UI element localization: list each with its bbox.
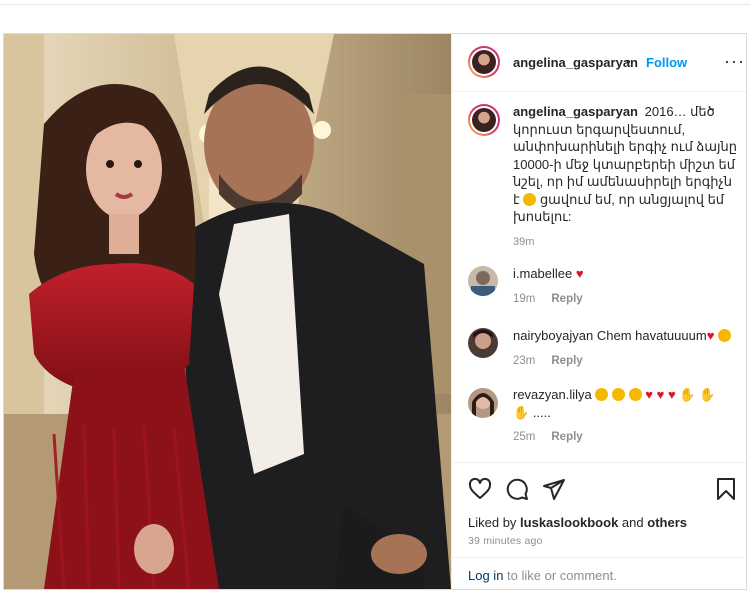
likes-and: and xyxy=(621,515,644,530)
likes-others-link[interactable]: others xyxy=(647,515,687,530)
red-heart-emoji-icon: ♥ xyxy=(656,387,665,402)
caption-avatar[interactable] xyxy=(468,104,500,136)
sad-face-emoji-icon xyxy=(523,192,537,206)
comment-username[interactable]: revazyan.lilya xyxy=(513,387,592,402)
reply-button[interactable]: Reply xyxy=(551,355,582,367)
login-prompt: Log in to like or comment. xyxy=(452,557,746,589)
sad-face-emoji-icon xyxy=(612,388,626,401)
red-heart-emoji-icon: ♥ xyxy=(667,387,676,402)
photo-illustration xyxy=(4,34,451,589)
comment-item: nairyboyajyan Chem havatuuuum♥ 23m Reply xyxy=(513,327,738,370)
post-card: angelina_gasparyan • Follow ··· angelina… xyxy=(3,33,747,590)
caption-time[interactable]: 39m xyxy=(513,234,738,252)
author-username[interactable]: angelina_gasparyan xyxy=(513,55,638,70)
red-heart-emoji-icon: ♥ xyxy=(645,387,653,402)
sad-face-emoji-icon xyxy=(595,388,609,401)
separator-dot: • xyxy=(626,54,631,69)
praying-hands-emoji-icon: ✋ xyxy=(699,387,716,402)
commenter-avatar[interactable] xyxy=(468,266,498,296)
likes-prefix: Liked by xyxy=(468,515,517,530)
red-heart-emoji-icon: ♥ xyxy=(575,266,584,281)
red-heart-emoji-icon: ♥ xyxy=(706,328,715,343)
commenter-avatar[interactable] xyxy=(468,388,498,418)
caption-username[interactable]: angelina_gasparyan xyxy=(513,104,638,119)
liked-by-user[interactable]: luskaslookbook xyxy=(520,515,618,530)
post-caption: angelina_gasparyan 2016… մեծ կորուստ երգ… xyxy=(513,103,738,251)
post-header: angelina_gasparyan • Follow ··· xyxy=(452,34,746,92)
post-actions: Liked by luskaslookbook and others 39 mi… xyxy=(452,462,746,589)
comment-icon[interactable] xyxy=(505,477,529,501)
post-timestamp[interactable]: 39 minutes ago xyxy=(468,535,543,547)
top-divider xyxy=(0,4,750,5)
comment-time[interactable]: 19m xyxy=(513,293,535,305)
heart-outline-icon[interactable] xyxy=(468,477,492,501)
comment-time[interactable]: 25m xyxy=(513,431,535,443)
comment-text: Chem havatuuuum xyxy=(596,328,707,343)
comment-item: revazyan.lilya ♥ ♥ ♥ ✋ ✋ ✋ ..... 25m Repl… xyxy=(513,386,738,447)
praying-hands-emoji-icon: ✋ xyxy=(679,387,696,402)
caption-text-end: ցավում եմ, որ անցյալով եմ խոսելու: xyxy=(513,191,725,225)
comment-text: ..... xyxy=(532,404,551,420)
comment-time[interactable]: 23m xyxy=(513,355,535,367)
share-icon[interactable] xyxy=(542,477,566,501)
sad-face-emoji-icon xyxy=(718,329,732,342)
bookmark-icon[interactable] xyxy=(714,477,738,501)
commenter-avatar[interactable] xyxy=(468,328,498,358)
follow-button[interactable]: Follow xyxy=(646,55,687,70)
author-avatar[interactable] xyxy=(468,46,500,78)
comment-username[interactable]: nairyboyajyan xyxy=(513,328,593,343)
post-photo[interactable] xyxy=(4,34,451,589)
more-options-icon[interactable]: ··· xyxy=(724,51,745,72)
sad-face-emoji-icon xyxy=(628,388,642,401)
likes-summary: Liked by luskaslookbook and others xyxy=(468,515,687,530)
reply-button[interactable]: Reply xyxy=(551,431,582,443)
praying-hands-emoji-icon: ✋ xyxy=(513,404,530,420)
login-prompt-text: to like or comment. xyxy=(507,568,617,583)
comment-item: i.mabellee ♥ 19m Reply xyxy=(513,265,738,308)
login-link[interactable]: Log in xyxy=(468,568,503,583)
reply-button[interactable]: Reply xyxy=(551,293,582,305)
post-sidebar: angelina_gasparyan • Follow ··· angelina… xyxy=(451,34,746,589)
comment-username[interactable]: i.mabellee xyxy=(513,266,572,281)
